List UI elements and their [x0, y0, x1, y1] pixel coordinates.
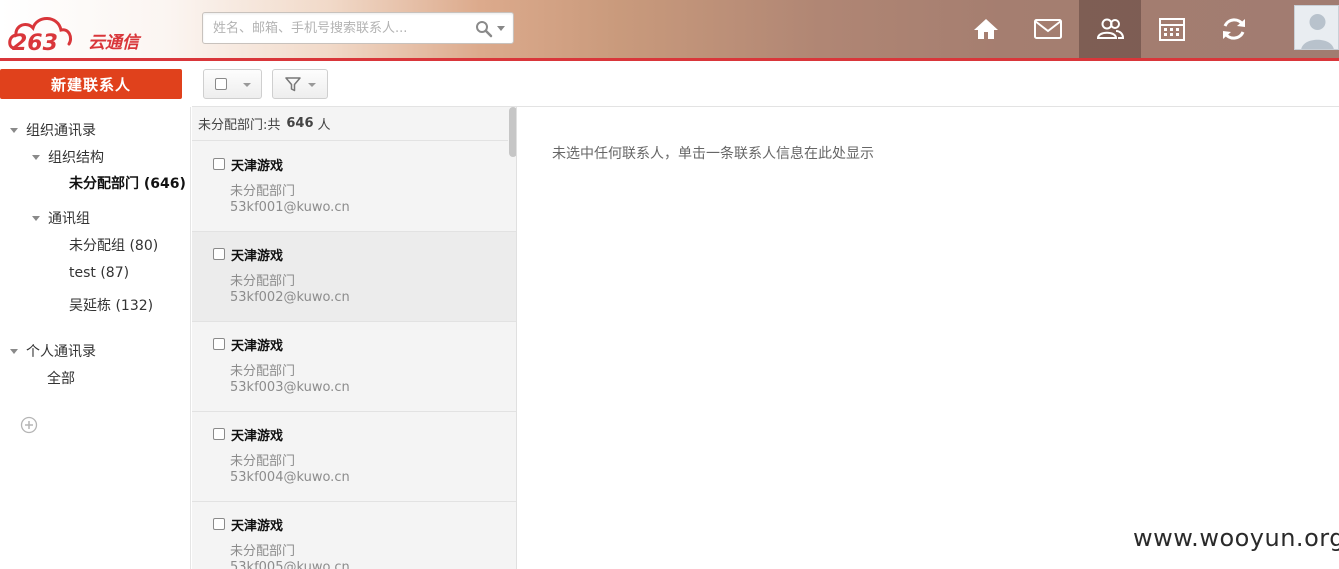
search-input[interactable]	[213, 19, 463, 37]
sync-icon	[1223, 18, 1245, 40]
contact-checkbox[interactable]	[213, 428, 225, 440]
contact-row[interactable]: 天津游戏未分配部门 53kf001@kuwo.cn	[192, 142, 516, 232]
search-icon[interactable]	[475, 20, 493, 38]
list-header-count: 646	[286, 116, 314, 131]
sidebar: 组织通讯录 组织结构 未分配部门 (646) 通讯组 未分配组 (80) tes…	[0, 107, 191, 569]
tree-org-structure[interactable]: 组织结构	[32, 147, 104, 167]
tree-personal-book-label: 个人通讯录	[26, 344, 96, 360]
logo-text: 云通信	[88, 33, 142, 53]
select-all-dropdown[interactable]	[203, 69, 262, 99]
contact-department: 未分配部门	[230, 364, 296, 379]
contact-department: 未分配部门	[230, 454, 296, 469]
nav-contacts-button[interactable]	[1079, 0, 1141, 58]
tree-group-label: 吴延栋 (132)	[69, 298, 154, 314]
contact-row[interactable]: 天津游戏未分配部门 53kf003@kuwo.cn	[192, 322, 516, 412]
empty-detail-message: 未选中任何联系人，单击一条联系人信息在此处显示	[552, 146, 874, 162]
nav-calendar-button[interactable]	[1141, 0, 1203, 58]
tree-group-item[interactable]: 吴延栋 (132)	[69, 295, 153, 315]
chevron-down-icon	[308, 83, 316, 87]
app-root: 263 云通信 姓名、邮箱、手机号搜索联系人... 新建联系人 组织通讯录 组织…	[0, 0, 1339, 569]
contact-checkbox[interactable]	[213, 518, 225, 530]
contact-list-pane: 未分配部门:共 646 人 天津游戏 未分配部门 53kf001@kuwo.cn 天津…	[192, 107, 517, 569]
contact-checkbox[interactable]	[213, 158, 225, 170]
filter-dropdown[interactable]	[272, 69, 328, 99]
mail-icon	[1034, 19, 1062, 39]
contact-checkbox[interactable]	[213, 248, 225, 260]
expand-triangle-icon[interactable]	[32, 154, 40, 160]
contact-department: 未分配部门	[230, 274, 296, 289]
cloud-logo-icon: 263 云通信	[8, 17, 142, 56]
avatar-icon	[1295, 6, 1338, 49]
tree-org-book-label: 组织通讯录	[26, 123, 96, 139]
tree-unassigned-dept[interactable]: 未分配部门 (646)	[69, 173, 186, 193]
chevron-down-icon	[243, 83, 251, 87]
contact-department: 未分配部门	[230, 184, 296, 199]
contact-row[interactable]: 天津游戏未分配部门 53kf005@kuwo.cn	[192, 502, 516, 569]
expand-triangle-icon[interactable]	[32, 215, 40, 221]
contact-name: 天津游戏	[231, 159, 284, 174]
search-dropdown-icon[interactable]	[497, 26, 505, 31]
contact-email: 53kf004@kuwo.cn	[230, 470, 350, 485]
tree-group-label: test (87)	[69, 265, 130, 281]
new-contact-button[interactable]: 新建联系人	[0, 69, 182, 99]
tree-groups[interactable]: 通讯组	[32, 208, 90, 228]
list-header: 未分配部门:共 646 人	[192, 107, 508, 141]
nav-home-button[interactable]	[955, 0, 1017, 58]
tree-all[interactable]: 全部	[47, 368, 75, 388]
tree-group-label: 未分配组 (80)	[69, 238, 159, 254]
contact-email: 53kf002@kuwo.cn	[230, 290, 350, 305]
tree-org-structure-label: 组织结构	[48, 150, 104, 166]
contact-email: 53kf003@kuwo.cn	[230, 380, 350, 395]
contact-name: 天津游戏	[231, 339, 284, 354]
tree-group-item[interactable]: 未分配组 (80)	[69, 235, 158, 255]
detail-pane: 未选中任何联系人，单击一条联系人信息在此处显示	[518, 107, 1339, 569]
tree-personal-book[interactable]: 个人通讯录	[10, 341, 96, 361]
contact-name: 天津游戏	[231, 519, 284, 534]
calendar-icon	[1159, 18, 1185, 41]
tree-group-item[interactable]: test (87)	[69, 265, 129, 281]
contact-row[interactable]: 天津游戏未分配部门 53kf002@kuwo.cn	[192, 232, 516, 322]
contacts-icon	[1096, 18, 1124, 39]
nav-sync-button[interactable]	[1203, 0, 1265, 58]
header-accent-line	[0, 58, 1339, 61]
search-box[interactable]	[202, 12, 514, 44]
contact-email: 53kf001@kuwo.cn	[230, 200, 350, 215]
expand-triangle-icon[interactable]	[10, 348, 18, 354]
tree-org-book[interactable]: 组织通讯录	[10, 120, 96, 140]
filter-icon	[285, 77, 301, 92]
contact-name: 天津游戏	[231, 249, 284, 264]
list-header-suffix: 人	[317, 118, 331, 133]
user-avatar[interactable]	[1294, 5, 1339, 50]
contact-department: 未分配部门	[230, 544, 296, 559]
tree-groups-label: 通讯组	[48, 211, 90, 227]
contact-name: 天津游戏	[231, 429, 284, 444]
expand-triangle-icon[interactable]	[10, 127, 18, 133]
tree-unassigned-dept-label: 未分配部门 (646)	[69, 176, 186, 192]
select-all-checkbox[interactable]	[215, 78, 227, 90]
list-header-prefix: 未分配部门:共	[198, 118, 281, 133]
brand-logo[interactable]: 263 云通信	[6, 6, 166, 56]
tree-all-label: 全部	[47, 371, 75, 387]
top-bar: 263 云通信	[0, 0, 1339, 58]
nav-mail-button[interactable]	[1017, 0, 1079, 58]
contact-email: 53kf005@kuwo.cn	[230, 560, 350, 569]
home-icon	[974, 19, 998, 39]
logo-number: 263	[12, 31, 58, 54]
watermark: www.wooyun.org	[1133, 524, 1339, 552]
contact-row[interactable]: 天津游戏未分配部门 53kf004@kuwo.cn	[192, 412, 516, 502]
contact-checkbox[interactable]	[213, 338, 225, 350]
add-group-icon[interactable]	[20, 416, 38, 434]
